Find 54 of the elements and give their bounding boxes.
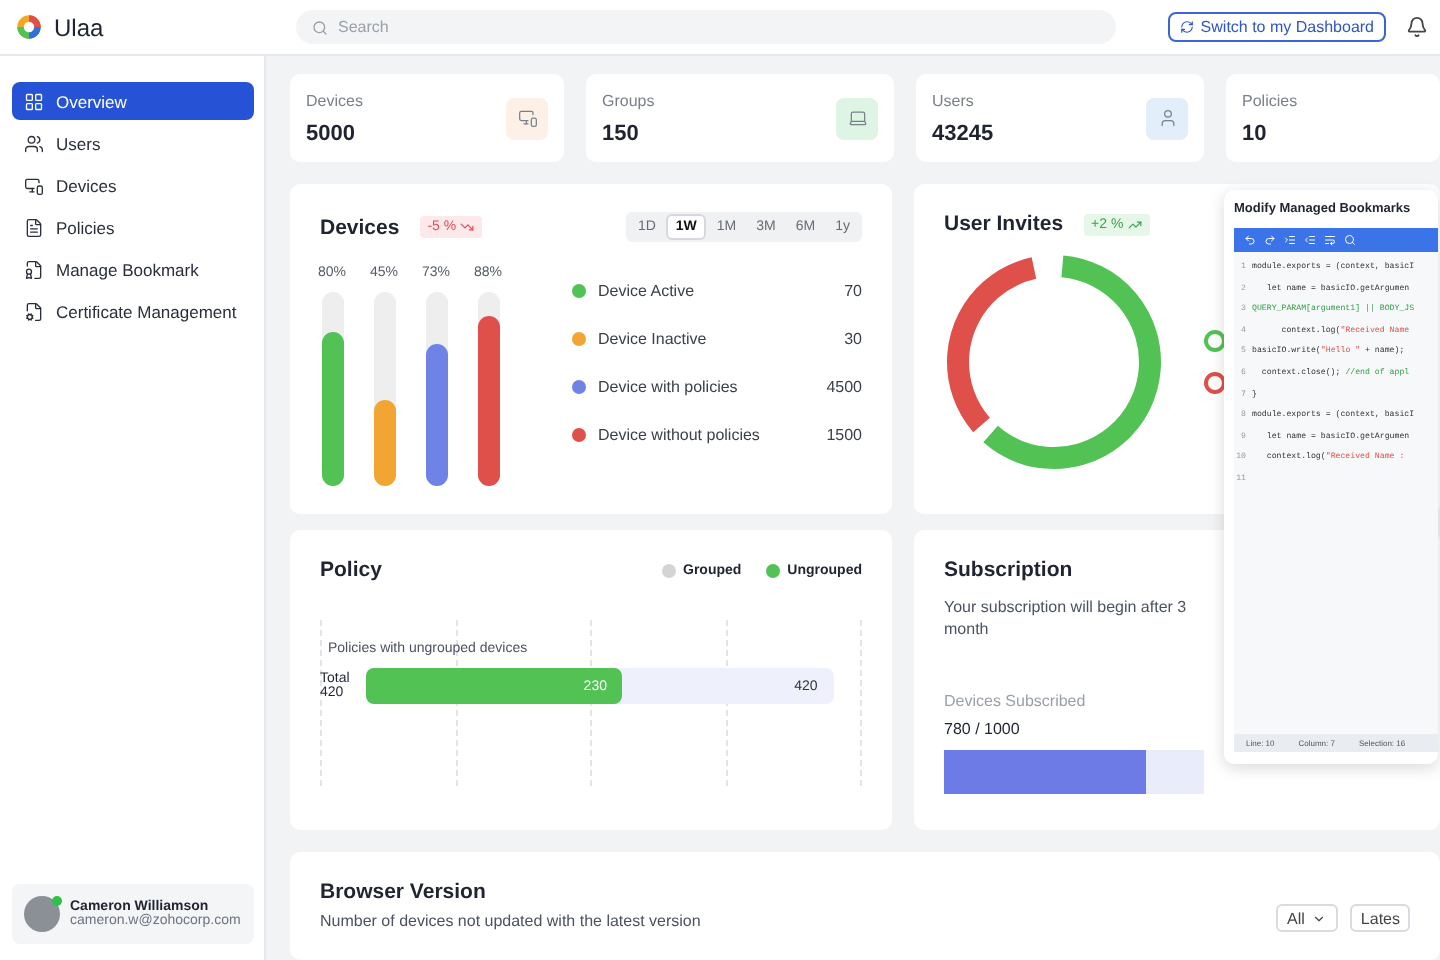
outdent-icon[interactable]	[1304, 234, 1316, 246]
stat-value: 5000	[306, 121, 357, 146]
devices-subscribed-label: Devices Subscribed	[944, 692, 1088, 711]
sidebar-item[interactable]: Devices	[12, 166, 254, 204]
card-subtitle: Number of devices not updated with the latest version	[320, 912, 701, 930]
stat-label: Groups	[602, 91, 655, 110]
sidebar-item[interactable]: Overview	[12, 82, 254, 120]
stat-label: Users	[932, 91, 976, 110]
undo-icon[interactable]	[1244, 234, 1256, 246]
redo-icon[interactable]	[1264, 234, 1276, 246]
sidebar-item[interactable]: Users	[12, 124, 254, 162]
stat-value: 150	[602, 121, 641, 146]
card-title: User Invites	[944, 212, 1064, 237]
filter-dropdown[interactable]: All	[1275, 904, 1339, 932]
card-title: Subscription	[944, 558, 1075, 583]
legend-label: Device Inactive	[598, 330, 707, 349]
notification-bell-icon[interactable]	[1406, 16, 1428, 38]
logo-icon	[16, 14, 42, 40]
sidebar-item[interactable]: Certificate Management	[12, 292, 254, 330]
sidebar-item[interactable]: Manage Bookmark	[12, 250, 254, 288]
search-icon	[312, 19, 328, 35]
wrap-icon[interactable]	[1324, 234, 1336, 246]
legend-label: Device Active	[598, 282, 695, 301]
switch-dashboard-button[interactable]: Switch to my Dashboard	[1168, 12, 1386, 42]
certificate-document-icon	[24, 301, 44, 321]
legend-label: Device without policies	[598, 426, 760, 445]
search-icon[interactable]	[1344, 234, 1356, 246]
trend-up-icon	[1127, 217, 1142, 232]
stat-value: 43245	[932, 121, 994, 146]
stat-value: 10	[1242, 121, 1269, 146]
card-title: Browser Version	[320, 880, 488, 904]
refresh-icon	[1180, 20, 1195, 34]
indent-icon[interactable]	[1284, 234, 1296, 246]
users-icon	[24, 133, 44, 153]
sidebar-item[interactable]: Policies	[12, 208, 254, 246]
bookmark-document-icon	[24, 259, 44, 279]
legend-value: 30	[844, 330, 862, 349]
legend-value: 70	[844, 282, 862, 301]
devices-subscribed-value: 780 / 1000	[944, 720, 1022, 739]
grid-icon	[24, 91, 44, 111]
stat-label: Policies	[1242, 91, 1298, 110]
devices-icon	[24, 175, 44, 195]
chevron-down-icon	[1312, 911, 1327, 925]
card-title: Devices	[320, 215, 400, 240]
latest-button[interactable]: Lates	[1350, 904, 1410, 932]
subscription-text: Your subscription will begin after 3 month	[944, 598, 1189, 641]
trend-down-icon	[460, 220, 475, 235]
stat-label: Devices	[306, 91, 363, 110]
app-name: Ulaa	[54, 13, 104, 41]
document-icon	[24, 217, 44, 237]
legend-value: 1500	[826, 426, 862, 445]
legend-label: Device with policies	[598, 378, 738, 397]
card-title: Policy	[320, 558, 382, 583]
legend-value: 4500	[826, 378, 862, 397]
